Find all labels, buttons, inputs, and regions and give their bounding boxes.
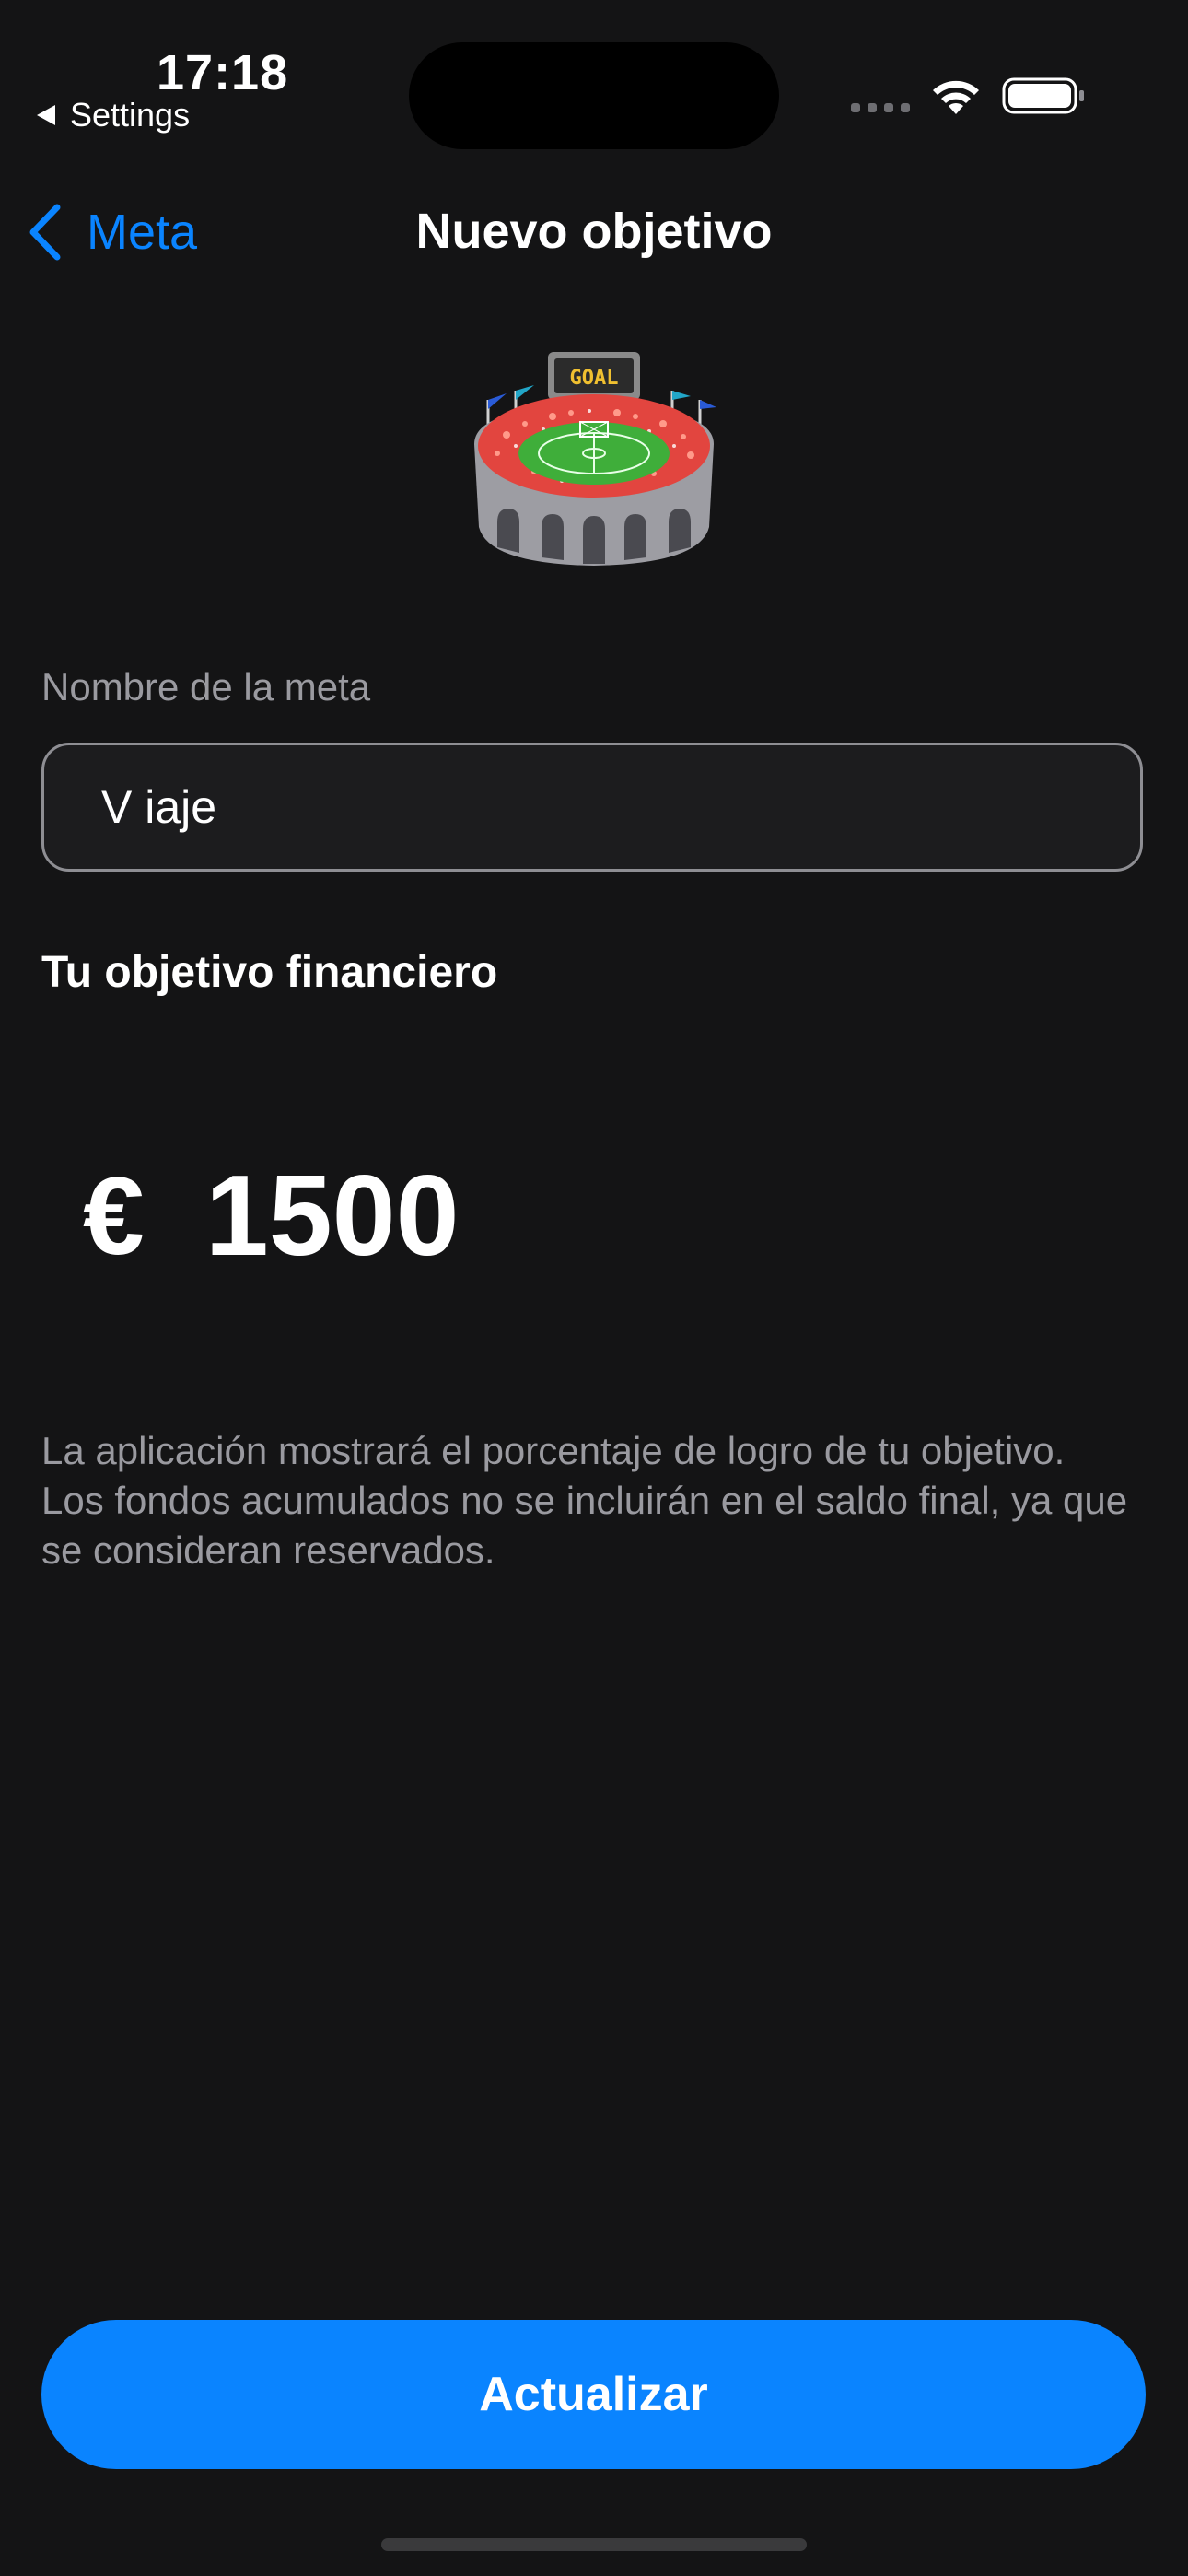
battery-icon: [1002, 77, 1084, 114]
status-time: 17:18: [157, 45, 289, 100]
financial-target-title: Tu objetivo financiero: [41, 948, 498, 997]
home-indicator[interactable]: [381, 2538, 807, 2551]
goal-name-input[interactable]: [41, 743, 1143, 872]
update-button[interactable]: Actualizar: [41, 2320, 1146, 2469]
wifi-icon: [933, 80, 979, 114]
page-title: Nuevo objetivo: [415, 204, 773, 259]
amount-field[interactable]: € 1500: [83, 1142, 460, 1290]
status-back-to-app[interactable]: Settings: [37, 96, 190, 135]
back-triangle-icon: [37, 105, 55, 125]
signal-dots-icon: [851, 103, 910, 112]
stadium-icon[interactable]: GOAL: [470, 343, 718, 573]
amount-value[interactable]: 1500: [205, 1151, 460, 1282]
info-note: La aplicación mostrará el porcentaje de …: [41, 1429, 1128, 1572]
svg-text:GOAL: GOAL: [570, 367, 619, 390]
currency-symbol: €: [83, 1154, 145, 1278]
status-back-label: Settings: [70, 96, 191, 134]
dynamic-island: [409, 42, 779, 149]
screen: 17:18 Settings Meta Nuevo objetivo GOAL …: [0, 0, 1188, 2576]
goal-name-label: Nombre de la meta: [41, 665, 371, 708]
